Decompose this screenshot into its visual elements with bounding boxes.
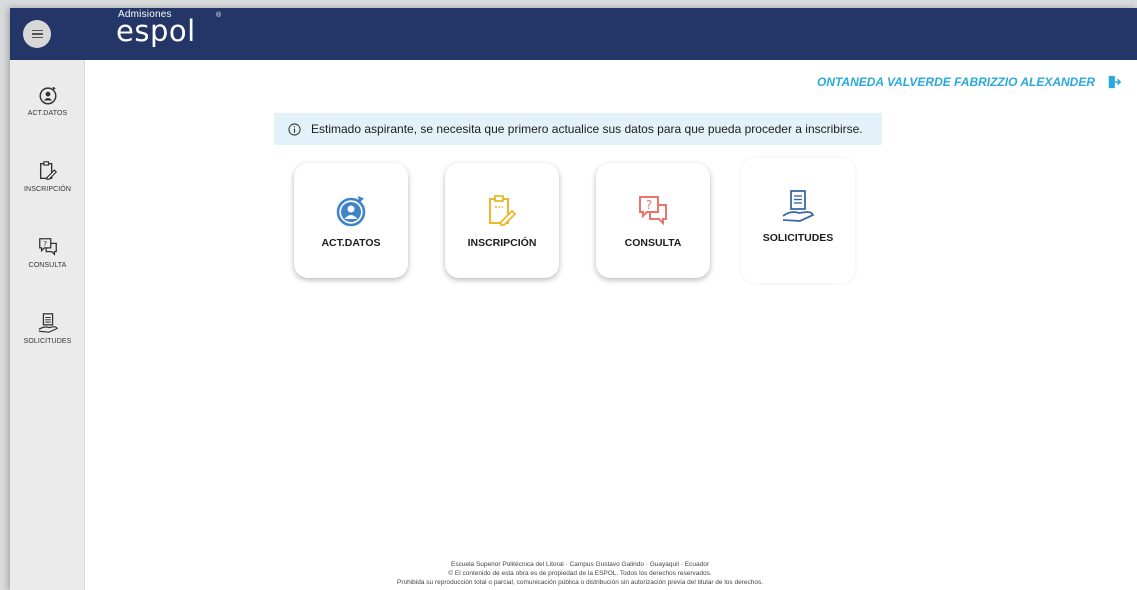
sidebar-item-label: SOLICITUDES [23,338,72,345]
info-alert: Estimado aspirante, se necesita que prim… [274,113,882,145]
question-chat-icon: ? [639,196,667,226]
card-label: ACT.DATOS [321,237,381,249]
sidebar-item-solicitudes[interactable]: SOLICITUDES [10,312,85,345]
menu-line [31,29,43,32]
alert-text: Estimado aspirante, se necesita que prim… [311,122,863,136]
question-chat-icon: ? [38,238,57,256]
card-label: SOLICITUDES [762,232,834,244]
sidebar-item-inscripcion[interactable]: INSCRIPCIÓN [10,160,85,193]
user-name[interactable]: ONTANEDA VALVERDE FABRIZZIO ALEXANDER [817,75,1095,89]
espol-logo[interactable]: Admisiones espol ® [116,8,226,56]
footer-line: Escuela Superior Politécnica del Litoral… [451,561,709,568]
app-window: Admisiones espol ® ACT.DATOS INSCRIPCIÓN [10,8,1137,590]
logo-registered-mark: ® [216,12,222,19]
hand-document-icon [38,313,58,333]
card-label: CONSULTA [624,237,682,249]
card-solicitudes[interactable]: SOLICITUDES [741,158,855,283]
clipboard-edit-icon [489,195,517,226]
logo-wordmark: espol [116,14,196,48]
sidebar: ACT.DATOS INSCRIPCIÓN ? CONSULTA SOLICIT… [10,60,85,590]
card-inscripcion[interactable]: INSCRIPCIÓN [445,163,559,278]
logout-icon[interactable] [1107,75,1121,89]
menu-line [31,33,43,35]
card-label: INSCRIPCIÓN [467,237,537,249]
sidebar-item-label: INSCRIPCIÓN [24,186,71,193]
svg-text:?: ? [43,239,47,248]
info-icon [288,122,301,136]
hand-document-icon [782,190,815,222]
top-bar: Admisiones espol ® [10,8,1137,60]
footer: Escuela Superior Politécnica del Litoral… [330,560,830,587]
card-act-datos[interactable]: ACT.DATOS [294,163,408,278]
card-consulta[interactable]: ? CONSULTA [596,163,710,278]
sidebar-item-label: CONSULTA [28,262,67,269]
footer-line: © El contenido de esta obra es de propie… [448,570,712,577]
svg-text:?: ? [646,198,652,212]
user-refresh-icon [336,196,366,227]
hamburger-menu-button[interactable] [23,20,51,48]
sidebar-item-consulta[interactable]: ? CONSULTA [10,236,85,269]
sidebar-item-act-datos[interactable]: ACT.DATOS [10,84,85,117]
clipboard-edit-icon [39,161,57,180]
user-info: ONTANEDA VALVERDE FABRIZZIO ALEXANDER [817,75,1121,89]
menu-line [31,36,43,39]
user-refresh-icon [38,86,57,105]
footer-line: Prohibida su reproducción total o parcia… [396,579,763,586]
sidebar-item-label: ACT.DATOS [27,110,68,117]
